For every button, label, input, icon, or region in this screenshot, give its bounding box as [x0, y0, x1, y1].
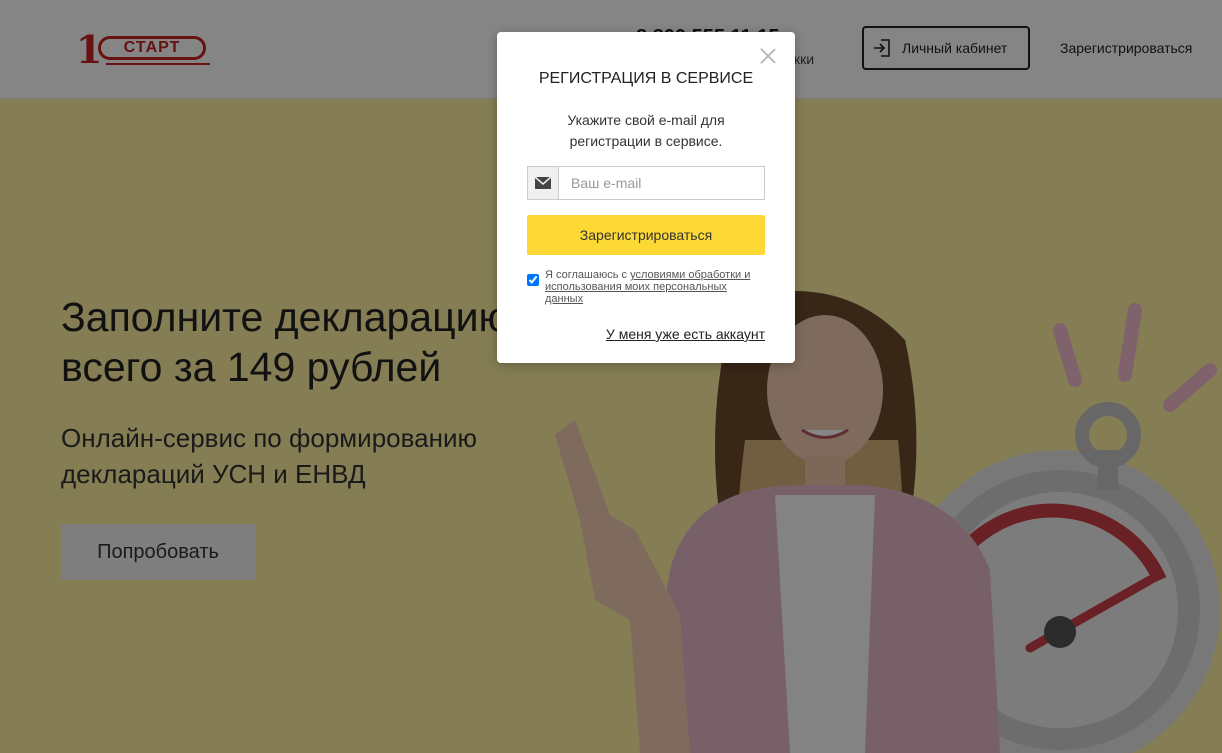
- modal-description: Укажите свой e-mail для регистрации в се…: [537, 110, 755, 152]
- email-input[interactable]: [559, 167, 764, 199]
- envelope-icon: [528, 167, 559, 199]
- register-submit-button[interactable]: Зарегистрироваться: [527, 215, 765, 255]
- modal-description-line-2: регистрации в сервисе.: [569, 133, 723, 149]
- landing-page: 1 СТАРТ 8 800 555 11 15 службы поддержки…: [0, 0, 1222, 753]
- consent-checkbox[interactable]: [527, 274, 539, 286]
- modal-description-line-1: Укажите свой e-mail для: [567, 112, 725, 128]
- consent-text: Я соглашаюсь с условиями обработки и исп…: [545, 269, 765, 305]
- consent-prefix: Я соглашаюсь с: [545, 269, 631, 281]
- consent-row: Я соглашаюсь с условиями обработки и исп…: [527, 269, 765, 305]
- close-icon[interactable]: [759, 46, 777, 64]
- email-field: [527, 166, 765, 200]
- modal-title: РЕГИСТРАЦИЯ В СЕРВИСЕ: [538, 70, 754, 87]
- registration-modal: РЕГИСТРАЦИЯ В СЕРВИСЕ Укажите свой e-mai…: [497, 32, 795, 363]
- have-account-link[interactable]: У меня уже есть аккаунт: [606, 326, 765, 342]
